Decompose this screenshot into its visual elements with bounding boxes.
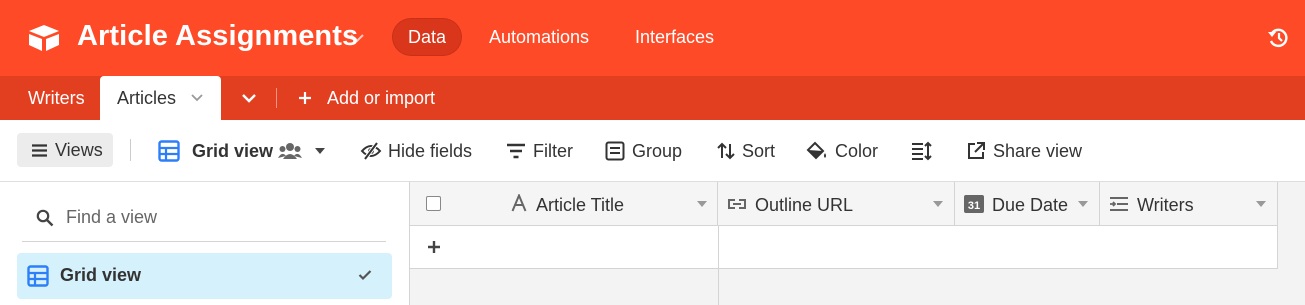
- add-record-row[interactable]: [410, 226, 1278, 269]
- column-divider: [718, 269, 719, 305]
- text-field-icon: [511, 194, 527, 212]
- grid-view-icon: [158, 140, 180, 162]
- column-label: Due Date: [992, 195, 1069, 215]
- column-header-writers[interactable]: Writers: [1100, 182, 1278, 226]
- chevron-down-icon[interactable]: [191, 93, 203, 102]
- checkmark-icon: [358, 270, 372, 281]
- add-or-import-button[interactable]: Add or import: [297, 76, 435, 120]
- find-view-input[interactable]: [66, 204, 366, 230]
- column-header-due-date[interactable]: 31 Due Date: [955, 182, 1100, 226]
- group-icon: [605, 141, 625, 161]
- top-bar: Article Assignments Data Automations Int…: [0, 0, 1305, 76]
- column-divider: [718, 226, 719, 269]
- collaborators-icon: [278, 143, 302, 159]
- airtable-logo-icon[interactable]: [27, 24, 61, 52]
- sort-icon: [717, 142, 735, 160]
- nav-automations[interactable]: Automations: [489, 18, 589, 56]
- svg-text:31: 31: [968, 200, 980, 212]
- caret-down-icon[interactable]: [697, 201, 707, 208]
- link-field-icon: [728, 199, 746, 209]
- more-tables-chevron-icon[interactable]: [240, 92, 258, 104]
- table-tabs-bar: Writers Articles Add or import: [0, 76, 1305, 121]
- paint-bucket-icon: [806, 141, 826, 160]
- column-label: Article Title: [536, 195, 625, 215]
- current-view-name: Grid view: [192, 141, 274, 161]
- caret-down-icon[interactable]: [1078, 201, 1088, 208]
- nav-data[interactable]: Data: [392, 18, 462, 56]
- tab-writers[interactable]: Writers: [28, 76, 85, 120]
- search-icon: [36, 209, 54, 227]
- sidebar-view-label: Grid view: [60, 265, 142, 285]
- find-view-search[interactable]: [22, 196, 386, 242]
- hide-fields-label: Hide fields: [388, 141, 473, 161]
- filter-label: Filter: [533, 141, 573, 161]
- chevron-down-icon[interactable]: [348, 31, 366, 45]
- divider: [130, 139, 131, 161]
- hamburger-icon: [32, 144, 47, 157]
- add-or-import-label: Add or import: [327, 88, 436, 108]
- column-header-article-title[interactable]: Article Title: [410, 182, 718, 226]
- history-icon[interactable]: [1266, 27, 1290, 49]
- caret-down-icon[interactable]: [933, 201, 943, 208]
- column-header-outline-url[interactable]: Outline URL: [718, 182, 955, 226]
- row-height-icon: [912, 141, 932, 161]
- views-sidebar: Grid view: [0, 182, 410, 305]
- sort-label: Sort: [742, 141, 776, 161]
- plus-icon: [299, 92, 311, 104]
- sidebar-view-grid-view[interactable]: Grid view: [17, 253, 392, 299]
- share-icon: [968, 142, 985, 159]
- views-button[interactable]: Views: [17, 133, 113, 167]
- caret-down-icon[interactable]: [1256, 201, 1266, 208]
- select-all-checkbox[interactable]: [426, 196, 441, 211]
- caret-down-icon: [315, 148, 325, 154]
- filter-icon: [507, 143, 525, 159]
- column-label: Writers: [1137, 195, 1194, 215]
- records-grid: Article Title Outline URL 31 Due Date Wr…: [410, 182, 1305, 305]
- base-title[interactable]: Article Assignments: [77, 20, 358, 53]
- calendar-field-icon: 31: [964, 195, 984, 213]
- tab-articles-label: Articles: [117, 88, 177, 108]
- divider: [276, 88, 277, 108]
- nav-interfaces[interactable]: Interfaces: [635, 18, 714, 56]
- linked-record-field-icon: [1110, 197, 1128, 211]
- eye-slash-icon: [360, 141, 382, 161]
- view-toolbar: Views Grid view Hide fields Filter Group…: [0, 120, 1305, 182]
- tab-articles[interactable]: Articles: [100, 76, 221, 121]
- group-label: Group: [632, 141, 683, 161]
- plus-icon: [428, 241, 440, 253]
- views-label: Views: [55, 140, 103, 160]
- color-label: Color: [835, 141, 879, 161]
- grid-view-icon: [27, 265, 49, 287]
- column-label: Outline URL: [755, 195, 854, 215]
- share-view-label: Share view: [993, 141, 1083, 161]
